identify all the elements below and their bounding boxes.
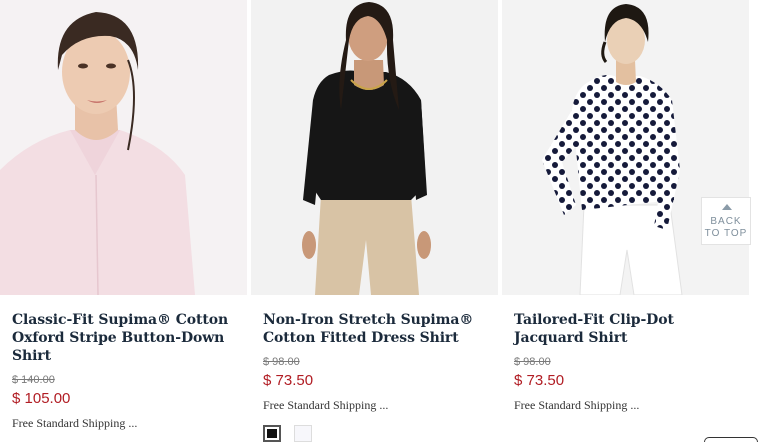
sale-price: $ 73.50 <box>263 372 314 389</box>
model-polka-dot-shirt-photo <box>502 0 749 295</box>
chevron-up-icon <box>722 204 732 210</box>
shipping-info[interactable]: Free Standard Shipping ... <box>12 416 137 431</box>
model-pink-shirt-photo <box>0 0 247 295</box>
partial-button-edge <box>704 437 758 442</box>
original-price: $ 98.00 <box>514 356 551 368</box>
color-swatch-black[interactable] <box>263 425 281 442</box>
sale-price: $ 105.00 <box>12 390 71 407</box>
product-title[interactable]: Tailored-Fit Clip-Dot Jacquard Shirt <box>514 311 739 347</box>
back-to-top-button[interactable]: BACK TO TOP <box>701 197 751 245</box>
sale-price: $ 73.50 <box>514 372 565 389</box>
back-to-top-label: BACK TO TOP <box>704 216 748 239</box>
product-image[interactable] <box>502 0 749 295</box>
original-price: $ 140.00 <box>12 374 55 386</box>
product-grid: Classic-Fit Supima® Cotton Oxford Stripe… <box>0 0 758 442</box>
product-title[interactable]: Non-Iron Stretch Supima® Cotton Fitted D… <box>263 311 488 347</box>
original-price: $ 98.00 <box>263 356 300 368</box>
product-card: Non-Iron Stretch Supima® Cotton Fitted D… <box>251 0 498 442</box>
product-title[interactable]: Classic-Fit Supima® Cotton Oxford Stripe… <box>12 311 237 365</box>
shipping-info[interactable]: Free Standard Shipping ... <box>514 398 639 413</box>
color-swatch-white[interactable] <box>294 425 312 442</box>
model-black-shirt-photo <box>251 0 498 295</box>
shipping-info[interactable]: Free Standard Shipping ... <box>263 398 388 413</box>
product-image[interactable] <box>0 0 247 295</box>
product-card: Classic-Fit Supima® Cotton Oxford Stripe… <box>0 0 247 442</box>
product-image[interactable] <box>251 0 498 295</box>
